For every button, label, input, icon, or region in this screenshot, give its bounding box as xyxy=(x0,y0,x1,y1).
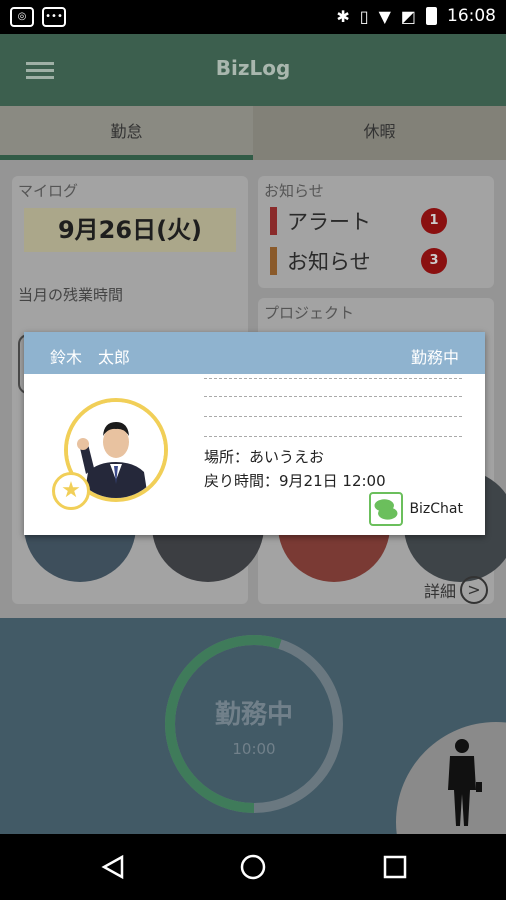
alert-color-bar xyxy=(270,207,277,235)
app-title: BizLog xyxy=(215,56,291,80)
info-count-badge: 3 xyxy=(421,248,447,274)
divider xyxy=(204,436,462,437)
bizchat-button[interactable]: BizChat xyxy=(369,492,463,526)
back-icon[interactable] xyxy=(100,854,126,880)
user-state: 勤務中 xyxy=(410,348,459,367)
detail-label: 詳細 xyxy=(423,582,456,601)
wifi-icon: ▼ xyxy=(378,6,391,26)
project-label: プロジェクト xyxy=(264,304,355,322)
detail-link[interactable]: 詳細 > xyxy=(424,576,488,604)
tab-bar: 勤怠 休暇 xyxy=(0,106,506,160)
vibrate-icon: ▯ xyxy=(359,6,369,26)
recents-icon[interactable] xyxy=(382,854,408,880)
current-date: 9月26日(火) xyxy=(24,208,236,252)
divider xyxy=(204,396,462,397)
notice-panel: お知らせ アラート 1 お知らせ 3 xyxy=(258,176,494,288)
user-name: 鈴木 太郎 xyxy=(50,348,131,367)
system-nav-bar xyxy=(0,834,506,900)
tab-vacation[interactable]: 休暇 xyxy=(253,106,506,160)
dialog-header: 鈴木 太郎 勤務中 xyxy=(24,332,485,374)
status-time: 16:08 xyxy=(447,6,496,26)
overtime-label: 当月の残業時間 xyxy=(18,286,124,304)
battery-icon xyxy=(426,7,437,25)
divider xyxy=(204,378,462,379)
info-label: お知らせ xyxy=(287,250,371,274)
bizchat-label: BizChat xyxy=(409,501,463,517)
work-status-text: 勤務中 xyxy=(214,700,293,730)
divider xyxy=(204,416,462,417)
alert-label: アラート xyxy=(287,210,371,234)
app-notification-icon: ◎ xyxy=(10,7,34,27)
tab-attendance[interactable]: 勤怠 xyxy=(0,106,253,160)
notice-item-alert[interactable]: アラート 1 xyxy=(270,206,447,236)
businessman-icon xyxy=(448,739,482,826)
chevron-right-icon: > xyxy=(460,576,488,604)
alert-count-badge: 1 xyxy=(421,208,447,234)
status-bar: ◎ ••• ✱ ▯ ▼ ◩ 16:08 xyxy=(0,0,506,34)
location-text: 場所：あいうえお xyxy=(204,448,325,466)
more-notification-icon: ••• xyxy=(42,7,66,27)
notice-label: お知らせ xyxy=(264,182,324,200)
chat-bubble-icon xyxy=(369,492,404,526)
notice-item-info[interactable]: お知らせ 3 xyxy=(270,246,447,276)
home-icon[interactable] xyxy=(240,854,266,880)
user-status-dialog[interactable]: 鈴木 太郎 勤務中 ★ 場所：あいうえお 戻り時間：9月21日 12:00 Bi… xyxy=(24,332,485,535)
work-time-text: 10:00 xyxy=(232,740,276,758)
return-time-text: 戻り時間：9月21日 12:00 xyxy=(204,472,386,490)
star-icon: ★ xyxy=(52,472,90,510)
mylog-label: マイログ xyxy=(18,182,79,200)
app-bar: BizLog xyxy=(0,34,506,106)
work-status-area: 勤務中 10:00 xyxy=(0,618,506,834)
no-sim-icon: ◩ xyxy=(400,6,416,26)
info-color-bar xyxy=(270,247,277,275)
bluetooth-icon: ✱ xyxy=(336,6,350,26)
